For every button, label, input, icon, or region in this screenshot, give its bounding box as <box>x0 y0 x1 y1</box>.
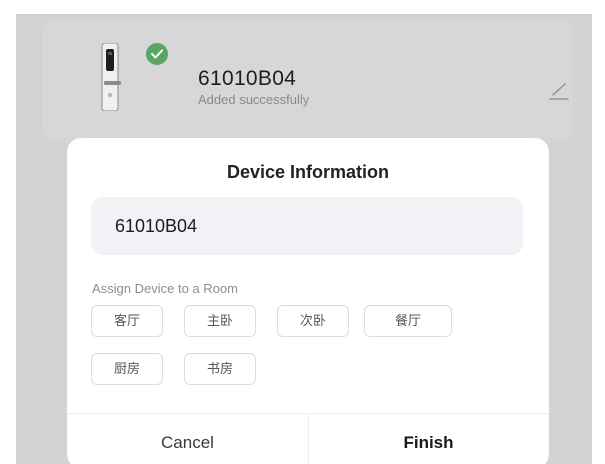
smart-lock-icon <box>101 43 121 111</box>
device-information-dialog: Device Information Assign Device to a Ro… <box>67 138 549 464</box>
room-chip-dining-room[interactable]: 餐厅 <box>364 305 452 337</box>
success-badge <box>144 41 170 67</box>
dialog-title: Device Information <box>226 162 390 182</box>
checkmark-icon <box>151 49 163 59</box>
room-chip-master-bedroom[interactable]: 主卧 <box>184 305 256 337</box>
edit-pencil-icon[interactable] <box>548 80 570 100</box>
room-chip-living-room[interactable]: 客厅 <box>91 305 163 337</box>
device-card: 61010B04 Added successfully <box>42 20 572 142</box>
finish-button[interactable]: Finish <box>308 414 549 464</box>
assign-room-label: Assign Device to a Room <box>92 281 238 296</box>
device-name: 61010B04 <box>198 67 297 90</box>
device-name-input[interactable] <box>91 197 523 255</box>
app-screen: 61010B04 Added successfully Device Infor… <box>16 14 592 464</box>
cancel-button[interactable]: Cancel <box>67 414 309 464</box>
dialog-button-bar: Cancel Finish <box>67 413 549 464</box>
room-chip-second-bedroom[interactable]: 次卧 <box>277 305 349 337</box>
room-chip-study[interactable]: 书房 <box>184 353 256 385</box>
device-status-text: Added successfully <box>198 92 310 107</box>
room-chip-kitchen[interactable]: 厨房 <box>91 353 163 385</box>
